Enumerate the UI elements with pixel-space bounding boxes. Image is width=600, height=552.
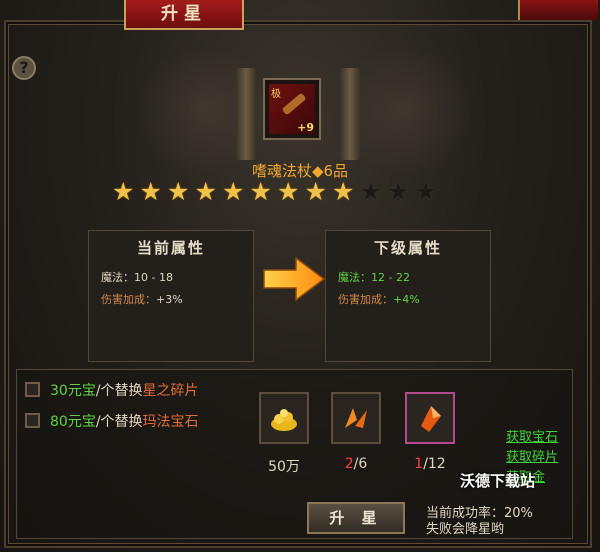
failure-note: 失败会降星哟	[426, 522, 505, 537]
gem-qty: 1/12	[400, 456, 460, 472]
shard-have: 2	[344, 456, 354, 472]
mafa-gem-icon	[421, 406, 441, 432]
close-corner	[518, 0, 598, 20]
staff-item-icon: 极 +9	[269, 84, 315, 134]
star-icon: ★	[332, 177, 355, 206]
current-damage-bonus: 伤害加成：+3%	[101, 291, 183, 307]
replace-gem-amount: 80元宝	[50, 414, 96, 430]
gold-qty: 50万	[254, 456, 314, 476]
current-magic: 魔法：10 - 18	[101, 271, 173, 284]
star-shard-icon	[345, 408, 367, 428]
upgrade-star-button[interactable]: 升 星	[307, 502, 405, 534]
window-title-tab: 升星	[124, 0, 244, 30]
shard-qty: 2/6	[326, 456, 386, 472]
next-damage-bonus-label: 伤害加成：	[338, 293, 393, 306]
star-icon: ★	[139, 177, 162, 206]
gold-material-slot[interactable]	[259, 392, 309, 444]
star-icon: ★	[249, 177, 272, 206]
get-gem-link[interactable]: 获取宝石	[506, 426, 558, 445]
star-icon: ★	[387, 177, 410, 206]
replace-gem-option: 80元宝/个替换玛法宝石	[50, 411, 199, 431]
next-magic: 魔法：12 - 22	[338, 271, 410, 284]
help-icon[interactable]: ?	[12, 56, 36, 80]
staff-icon	[281, 92, 307, 116]
star-icon: ★	[359, 177, 382, 206]
replace-shard-amount: 30元宝	[50, 383, 96, 399]
star-icon: ★	[414, 177, 437, 206]
pedestal-pillar-left	[236, 68, 256, 160]
star-icon: ★	[112, 177, 135, 206]
next-damage-bonus: 伤害加成：+4%	[338, 291, 420, 307]
replace-shard-target: 星之碎片	[142, 383, 199, 399]
star-rating: ★ ★ ★ ★ ★ ★ ★ ★ ★ ★ ★ ★	[112, 178, 452, 206]
gold-pile-icon	[271, 409, 297, 431]
get-shard-link[interactable]: 获取碎片	[506, 446, 558, 465]
gold-qty-value: 50万	[268, 459, 300, 475]
item-slot[interactable]: 极 +9	[263, 78, 321, 140]
gem-material-slot[interactable]	[405, 392, 455, 444]
arrow-right-icon	[263, 256, 326, 302]
current-damage-bonus-value: +3%	[156, 293, 183, 306]
star-icon: ★	[277, 177, 300, 206]
star-icon: ★	[194, 177, 217, 206]
gem-have: 1	[414, 456, 424, 472]
star-icon: ★	[222, 177, 245, 206]
replace-shard-checkbox[interactable]	[25, 382, 40, 397]
next-attributes-box: 下级属性 魔法：12 - 22 伤害加成：+4%	[325, 230, 491, 362]
current-attributes-heading: 当前属性	[136, 239, 205, 257]
current-damage-bonus-label: 伤害加成：	[101, 293, 156, 306]
watermark: 沃德下载站	[460, 472, 536, 490]
grade-badge: 极	[271, 89, 281, 100]
replace-gem-target: 玛法宝石	[142, 414, 199, 430]
replace-gem-checkbox[interactable]	[25, 413, 40, 428]
star-icon: ★	[304, 177, 327, 206]
next-attributes-heading: 下级属性	[373, 239, 442, 257]
pedestal-pillar-right	[340, 68, 360, 160]
gem-need: /12	[423, 456, 446, 472]
replace-gem-mid: /个替换	[95, 414, 143, 430]
shard-material-slot[interactable]	[331, 392, 381, 444]
upgrade-star-panel: 升星 ? 极 +9 嗜魂法杖◆6品 ★ ★ ★ ★ ★ ★ ★ ★ ★ ★ ★ ★ 当前属性 魔法：1…	[0, 0, 600, 552]
current-attributes-box: 当前属性 魔法：10 - 18 伤害加成：+3%	[88, 230, 254, 362]
replace-shard-option: 30元宝/个替换星之碎片	[50, 380, 199, 400]
star-icon: ★	[167, 177, 190, 206]
replace-shard-mid: /个替换	[95, 383, 143, 399]
shard-need: /6	[353, 456, 368, 472]
enhance-level: +9	[297, 121, 314, 134]
next-damage-bonus-value: +4%	[393, 293, 420, 306]
